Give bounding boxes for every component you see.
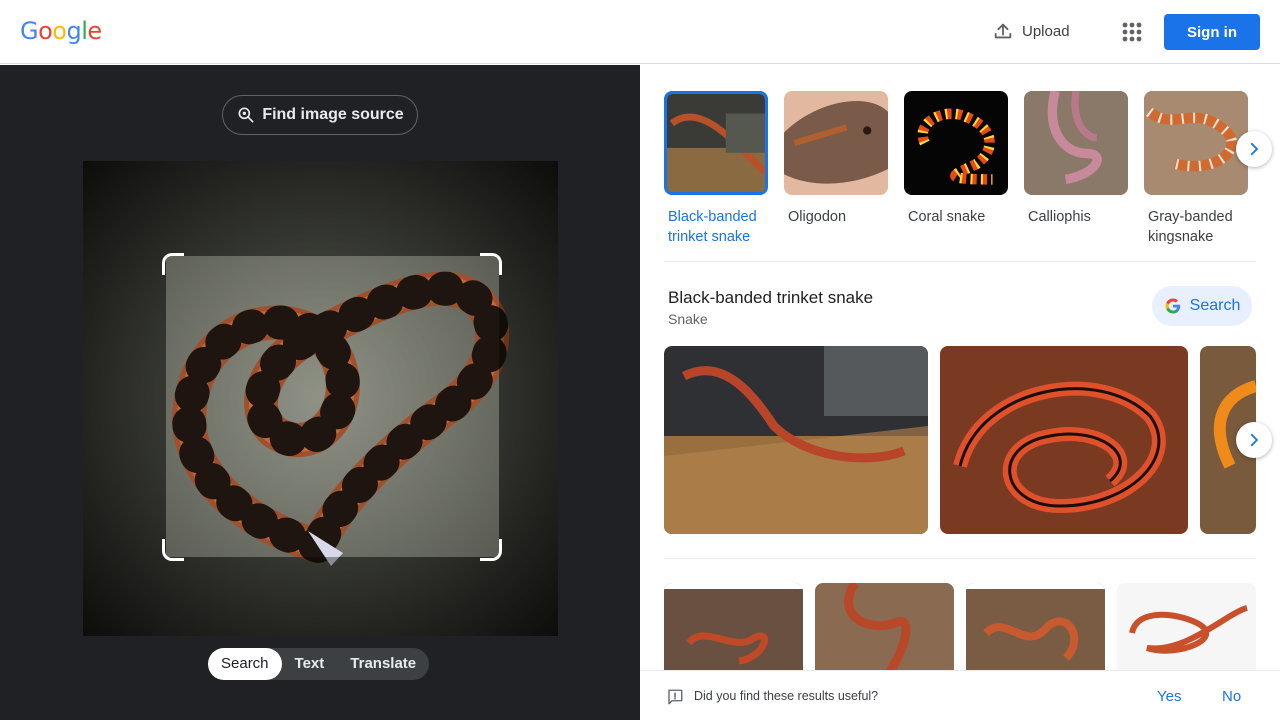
tab-translate[interactable]: Translate: [337, 648, 429, 680]
chevron-right-icon: [1250, 433, 1258, 447]
mode-tabs: Search Text Translate: [208, 648, 430, 680]
google-search-button[interactable]: Search: [1152, 286, 1252, 326]
apps-grid-icon[interactable]: [1118, 18, 1146, 46]
feedback-question: Did you find these results useful?: [694, 689, 879, 703]
query-image: [83, 161, 558, 636]
google-search-label: Search: [1189, 297, 1241, 314]
logo-letter: o: [38, 17, 53, 45]
find-image-source-label: Find image source: [262, 106, 404, 123]
sign-in-button[interactable]: Sign in: [1164, 14, 1260, 50]
upload-icon: [994, 23, 1012, 39]
candidate-label: Calliophis: [1028, 209, 1091, 225]
upload-button[interactable]: Upload: [992, 20, 1070, 42]
feedback-icon: [668, 689, 683, 705]
query-image-pane: Find image source Search Text Translate: [0, 65, 640, 720]
crop-handle-bottom-right[interactable]: [480, 539, 502, 561]
candidates-next-button[interactable]: [1236, 131, 1272, 167]
logo-letter: G: [20, 17, 39, 45]
candidate-thumbnail: [1144, 91, 1248, 195]
header: Google Upload Sign in: [0, 0, 1280, 64]
candidate-black-banded-trinket-snake[interactable]: Black-banded trinket snake: [664, 91, 768, 247]
visual-match-image[interactable]: [966, 583, 1105, 683]
lens-search-icon: [238, 107, 254, 123]
candidate-gray-banded-kingsnake[interactable]: Gray-banded kingsnake: [1144, 91, 1248, 247]
snake-photo: [83, 161, 558, 636]
candidate-list: Black-banded trinket snake Oligodon Cora…: [664, 91, 1248, 247]
divider: [664, 558, 1256, 559]
images-next-button[interactable]: [1236, 422, 1272, 458]
tab-text[interactable]: Text: [282, 648, 338, 680]
entity-title: Black-banded trinket snake: [668, 288, 874, 307]
candidate-label: Coral snake: [908, 209, 986, 225]
results-pane: Black-banded trinket snake Oligodon Cora…: [640, 65, 1280, 720]
candidate-thumbnail: [784, 91, 888, 195]
chevron-right-icon: [1250, 142, 1258, 156]
google-logo[interactable]: Google: [20, 17, 102, 45]
candidate-label: Oligodon: [788, 209, 847, 225]
crop-handle-top-left[interactable]: [162, 253, 184, 275]
google-g-icon: [1165, 298, 1180, 314]
crop-handle-top-right[interactable]: [480, 253, 502, 275]
entity-image[interactable]: [664, 346, 928, 534]
entity-image[interactable]: [940, 346, 1188, 534]
logo-letter: g: [66, 17, 82, 45]
logo-letter: e: [87, 17, 102, 45]
candidate-thumbnail: [904, 91, 1008, 195]
feedback-yes-button[interactable]: Yes: [1157, 688, 1181, 705]
visual-match-image[interactable]: [1117, 583, 1256, 683]
candidate-coral-snake[interactable]: Coral snake: [904, 91, 1008, 247]
logo-letter: o: [52, 17, 67, 45]
candidate-label: Black-banded trinket snake: [668, 209, 757, 245]
feedback-bar: Did you find these results useful? Yes N…: [640, 670, 1280, 720]
crop-handle-bottom-left[interactable]: [162, 539, 184, 561]
candidate-thumbnail: [664, 91, 768, 195]
tab-search[interactable]: Search: [208, 648, 282, 680]
find-image-source-button[interactable]: Find image source: [222, 95, 418, 135]
candidate-thumbnail: [1024, 91, 1128, 195]
candidate-label: Gray-banded kingsnake: [1148, 209, 1233, 245]
candidate-calliophis[interactable]: Calliophis: [1024, 91, 1128, 247]
upload-label: Upload: [1022, 22, 1070, 40]
feedback-no-button[interactable]: No: [1222, 688, 1241, 705]
divider: [664, 261, 1256, 262]
visual-match-image[interactable]: [664, 583, 803, 683]
entity-subtitle: Snake: [668, 311, 708, 327]
candidate-oligodon[interactable]: Oligodon: [784, 91, 888, 247]
visual-match-image[interactable]: [815, 583, 954, 683]
